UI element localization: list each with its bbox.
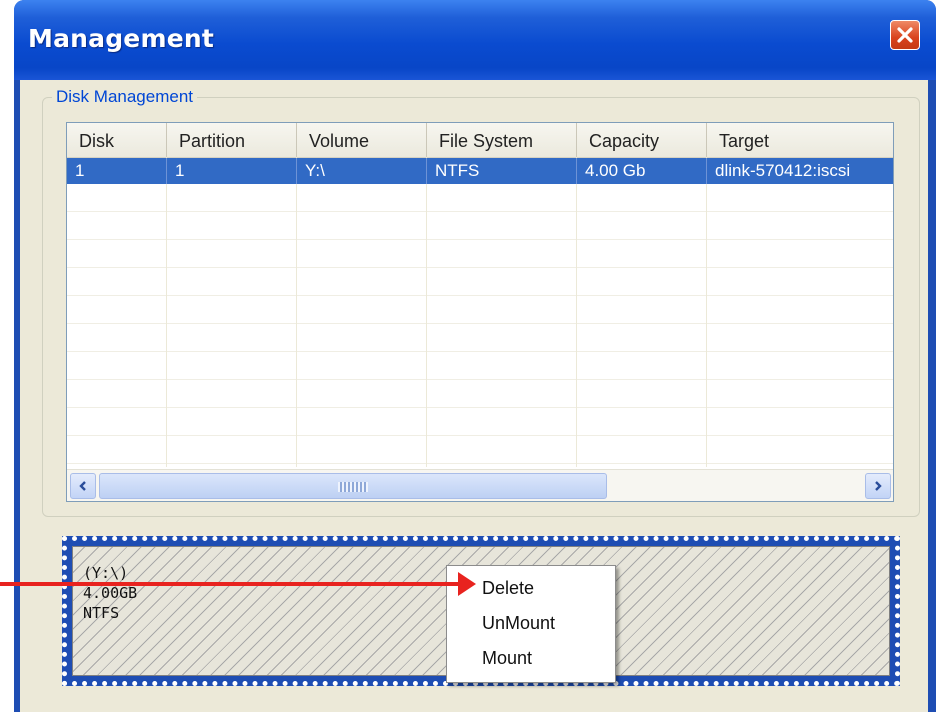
volume-drive-label: (Y:\) bbox=[83, 564, 129, 582]
title-bar[interactable]: Management bbox=[14, 0, 936, 80]
cell-partition: 1 bbox=[175, 161, 185, 180]
column-header-target[interactable]: Target bbox=[707, 123, 893, 157]
column-header-volume[interactable]: Volume bbox=[297, 123, 427, 157]
grid-line bbox=[67, 351, 893, 352]
menu-item-mount[interactable]: Mount bbox=[482, 642, 532, 674]
chevron-left-icon bbox=[79, 481, 86, 491]
volume-fs-label: NTFS bbox=[83, 604, 120, 622]
scroll-thumb[interactable] bbox=[99, 473, 607, 499]
grid-line bbox=[67, 463, 893, 464]
scroll-left-button[interactable] bbox=[70, 473, 96, 499]
grid-line bbox=[67, 407, 893, 408]
cell-divider bbox=[296, 158, 297, 184]
close-button[interactable] bbox=[890, 20, 920, 50]
chevron-right-icon bbox=[875, 481, 882, 491]
grid-line bbox=[67, 295, 893, 296]
horizontal-scrollbar[interactable] bbox=[67, 469, 893, 501]
menu-item-unmount[interactable]: UnMount bbox=[482, 607, 555, 639]
grid-line bbox=[67, 211, 893, 212]
grid-line bbox=[67, 239, 893, 240]
grid-line bbox=[426, 157, 427, 467]
cell-divider bbox=[426, 158, 427, 184]
disk-management-label: Disk Management bbox=[52, 87, 198, 107]
annotation-arrow-icon bbox=[458, 572, 476, 596]
cell-divider bbox=[166, 158, 167, 184]
grid-line bbox=[67, 267, 893, 268]
cell-disk: 1 bbox=[75, 161, 85, 180]
close-icon bbox=[897, 27, 913, 43]
annotation-arrow-line bbox=[0, 582, 462, 586]
grid-line bbox=[706, 157, 707, 467]
cell-file-system: NTFS bbox=[435, 161, 480, 180]
column-header-partition[interactable]: Partition bbox=[167, 123, 297, 157]
grid-line bbox=[166, 157, 167, 467]
grid-line bbox=[67, 435, 893, 436]
cell-divider bbox=[576, 158, 577, 184]
cell-capacity: 4.00 Gb bbox=[585, 161, 646, 180]
column-header-capacity[interactable]: Capacity bbox=[577, 123, 707, 157]
menu-item-delete[interactable]: Delete bbox=[482, 572, 534, 604]
cell-target: dlink-570412:iscsi bbox=[715, 161, 851, 180]
grip-icon bbox=[338, 482, 368, 492]
grid-line bbox=[67, 323, 893, 324]
grid-line bbox=[67, 379, 893, 380]
column-header-file-system[interactable]: File System bbox=[427, 123, 577, 157]
grid-line bbox=[296, 157, 297, 467]
column-header-disk[interactable]: Disk bbox=[67, 123, 167, 157]
disk-table[interactable]: Disk Partition Volume File System Capaci… bbox=[66, 122, 894, 502]
table-header: Disk Partition Volume File System Capaci… bbox=[67, 123, 893, 159]
scroll-right-button[interactable] bbox=[865, 473, 891, 499]
cell-divider bbox=[706, 158, 707, 184]
cell-volume: Y:\ bbox=[305, 161, 325, 180]
volume-size-label: 4.00GB bbox=[83, 584, 138, 602]
grid-line bbox=[576, 157, 577, 467]
window-title: Management bbox=[28, 24, 215, 53]
